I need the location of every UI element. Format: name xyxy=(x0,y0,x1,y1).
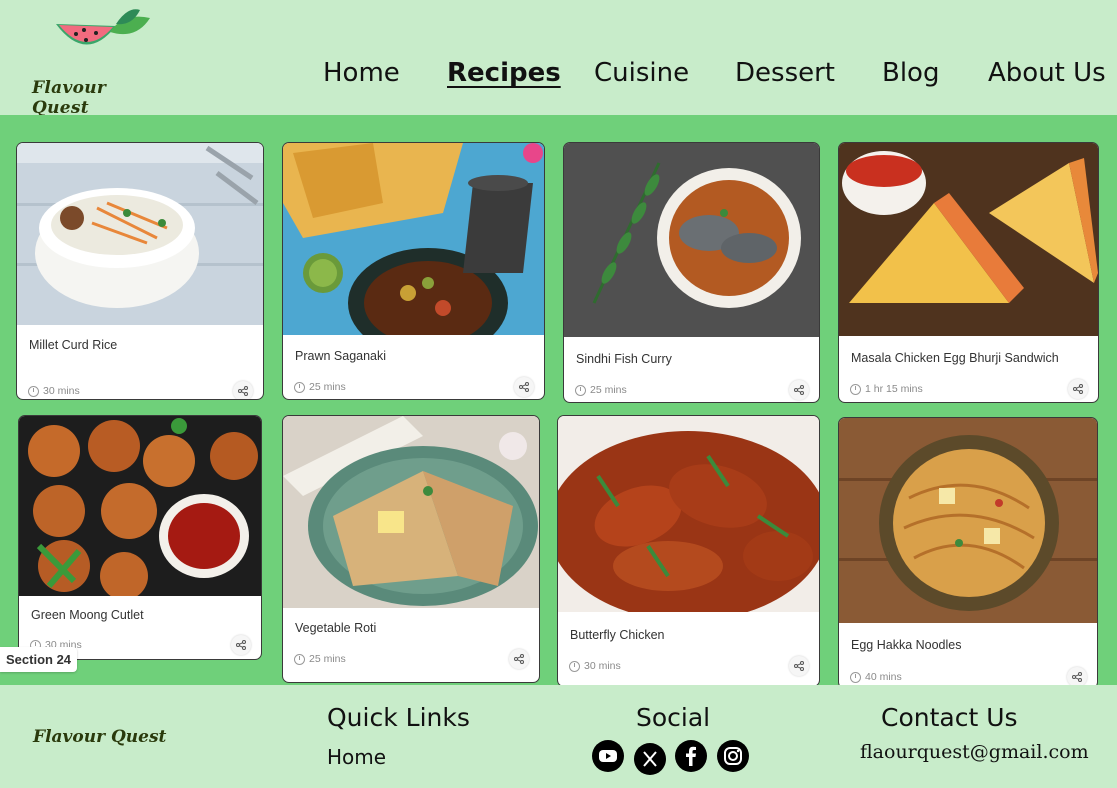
recipe-title[interactable]: Butterfly Chicken xyxy=(570,628,664,642)
share-icon xyxy=(1073,384,1083,394)
share-button[interactable] xyxy=(1068,379,1088,399)
brand-name: Flavour Quest xyxy=(32,78,107,118)
recipe-time-value: 30 mins xyxy=(43,385,80,397)
share-icon xyxy=(794,385,804,395)
recipe-time: 25 mins xyxy=(294,653,346,665)
recipe-image-butterfly-chicken xyxy=(558,416,819,612)
site-header: Flavour Quest Home Recipes Cuisine Desse… xyxy=(0,0,1117,118)
recipe-time-value: 25 mins xyxy=(309,381,346,393)
recipe-image-millet-curd-rice xyxy=(17,143,263,325)
recipe-card[interactable]: Masala Chicken Egg Bhurji Sandwich 1 hr … xyxy=(838,142,1099,403)
clock-icon xyxy=(294,381,305,393)
recipe-title[interactable]: Egg Hakka Noodles xyxy=(851,638,961,652)
recipe-time-value: 1 hr 15 mins xyxy=(865,383,923,395)
youtube-icon[interactable] xyxy=(592,740,624,772)
recipe-image-prawn-saganaki xyxy=(283,143,544,335)
recipe-time: 1 hr 15 mins xyxy=(850,383,923,395)
recipe-image-vegetable-roti xyxy=(283,416,539,608)
recipe-image-egg-hakka-noodles xyxy=(839,418,1097,623)
recipe-card[interactable]: Sindhi Fish Curry 25 mins xyxy=(563,142,820,403)
nav-home[interactable]: Home xyxy=(323,58,400,88)
share-button[interactable] xyxy=(514,377,534,397)
share-button[interactable] xyxy=(509,649,529,669)
x-icon[interactable] xyxy=(634,743,666,775)
share-icon xyxy=(519,382,529,392)
recipe-title[interactable]: Prawn Saganaki xyxy=(295,349,386,363)
recipe-time-value: 30 mins xyxy=(584,660,621,672)
nav-blog[interactable]: Blog xyxy=(882,58,939,88)
nav-recipes[interactable]: Recipes xyxy=(447,58,561,88)
share-icon xyxy=(794,661,804,671)
facebook-icon[interactable] xyxy=(675,740,707,772)
clock-icon xyxy=(28,385,39,397)
share-button[interactable] xyxy=(231,635,251,655)
recipe-time: 30 mins xyxy=(28,385,80,397)
share-icon xyxy=(238,386,248,396)
recipe-card[interactable]: Vegetable Roti 25 mins xyxy=(282,415,540,683)
recipe-time: 25 mins xyxy=(575,384,627,396)
recipe-title[interactable]: Millet Curd Rice xyxy=(29,338,117,352)
nav-about-us[interactable]: About Us xyxy=(988,58,1106,88)
recipe-title[interactable]: Vegetable Roti xyxy=(295,621,376,635)
site-footer: Flavour Quest Quick Links Home Social Co… xyxy=(0,685,1117,788)
recipe-title[interactable]: Sindhi Fish Curry xyxy=(576,352,672,366)
quick-links-heading: Quick Links xyxy=(327,703,470,732)
clock-icon xyxy=(850,383,861,395)
clock-icon xyxy=(294,653,305,665)
recipe-card[interactable]: Egg Hakka Noodles 40 mins xyxy=(838,417,1098,689)
share-button[interactable] xyxy=(789,380,809,400)
contact-heading: Contact Us xyxy=(881,703,1018,732)
brand-logo[interactable]: Flavour Quest xyxy=(28,6,158,118)
share-button[interactable] xyxy=(789,656,809,676)
recipe-card[interactable]: Green Moong Cutlet 30 mins xyxy=(18,415,262,660)
recipe-time: 40 mins xyxy=(850,671,902,683)
share-button[interactable] xyxy=(233,381,253,399)
footer-link-home[interactable]: Home xyxy=(327,745,386,769)
recipe-image-masala-chicken-egg-bhurji-sandwich xyxy=(839,143,1098,336)
recipe-time-value: 40 mins xyxy=(865,671,902,683)
nav-cuisine[interactable]: Cuisine xyxy=(594,58,689,88)
recipe-title[interactable]: Green Moong Cutlet xyxy=(31,608,144,622)
instagram-icon[interactable] xyxy=(717,740,749,772)
contact-email-link[interactable]: flaourquest@gmail.com xyxy=(860,741,1089,763)
recipe-image-green-moong-cutlet xyxy=(19,416,261,596)
social-heading: Social xyxy=(636,703,711,732)
share-button[interactable] xyxy=(1067,667,1087,687)
recipe-time-value: 25 mins xyxy=(309,653,346,665)
clock-icon xyxy=(850,671,861,683)
clock-icon xyxy=(569,660,580,672)
share-icon xyxy=(1072,672,1082,682)
share-icon xyxy=(514,654,524,664)
recipe-image-sindhi-fish-curry xyxy=(564,143,819,337)
recipe-title[interactable]: Masala Chicken Egg Bhurji Sandwich xyxy=(851,351,1059,365)
nav-dessert[interactable]: Dessert xyxy=(735,58,835,88)
watermelon-logo-icon xyxy=(56,9,150,45)
recipe-time: 30 mins xyxy=(569,660,621,672)
recipe-card[interactable]: Prawn Saganaki 25 mins xyxy=(282,142,545,400)
recipe-grid: Millet Curd Rice 30 mins Prawn Saganaki … xyxy=(0,115,1117,689)
footer-brand[interactable]: Flavour Quest xyxy=(33,727,166,747)
recipe-card[interactable]: Millet Curd Rice 30 mins xyxy=(16,142,264,400)
recipe-time-value: 25 mins xyxy=(590,384,627,396)
clock-icon xyxy=(575,384,586,396)
recipe-card[interactable]: Butterfly Chicken 30 mins xyxy=(557,415,820,687)
share-icon xyxy=(236,640,246,650)
recipe-time: 25 mins xyxy=(294,381,346,393)
section-label: Section 24 xyxy=(0,647,78,672)
